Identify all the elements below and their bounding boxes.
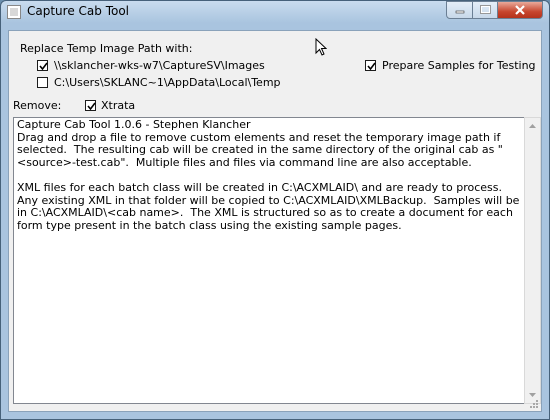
up-arrow-icon [529, 124, 536, 128]
mouse-cursor-icon [315, 38, 327, 56]
maximize-button[interactable] [472, 1, 498, 19]
info-textbox[interactable]: Capture Cab Tool 1.0.6 - Stephen Klanche… [13, 117, 525, 404]
xtrata-label[interactable]: Xtrata [101, 99, 135, 112]
maximize-icon [479, 5, 491, 14]
xtrata-checkbox[interactable] [85, 100, 96, 111]
close-icon [515, 5, 525, 15]
minimize-icon [455, 10, 464, 14]
close-button[interactable] [497, 1, 543, 19]
info-paragraph-2: XML files for each batch class will be c… [17, 180, 523, 232]
remove-label: Remove: [13, 99, 62, 112]
path-option-1-checkbox[interactable] [37, 60, 48, 71]
prepare-samples-checkbox[interactable] [365, 60, 376, 71]
minimize-button[interactable] [446, 1, 473, 19]
scroll-up-button[interactable] [525, 118, 540, 134]
title-bar[interactable]: Capture Cab Tool [1, 1, 549, 23]
vertical-scrollbar[interactable] [524, 117, 541, 404]
window-title: Capture Cab Tool [27, 4, 129, 18]
down-arrow-icon [529, 393, 536, 397]
prepare-samples-label[interactable]: Prepare Samples for Testing [382, 59, 536, 72]
checkmark-icon [367, 62, 376, 71]
app-icon [7, 5, 21, 19]
replace-path-label: Replace Temp Image Path with: [20, 42, 193, 55]
path-option-2-checkbox[interactable] [37, 77, 48, 88]
checkmark-icon [39, 62, 48, 71]
client-area: Replace Temp Image Path with: \\sklanche… [8, 30, 542, 412]
resize-grip-icon[interactable] [529, 399, 539, 409]
info-paragraph-1: Capture Cab Tool 1.0.6 - Stephen Klanche… [17, 118, 503, 169]
path-option-2-label[interactable]: C:\Users\SKLANC~1\AppData\Local\Temp [54, 76, 281, 89]
checkmark-icon [87, 102, 96, 111]
app-window: Capture Cab Tool Replace Temp Image Path… [0, 0, 550, 420]
path-option-1-label[interactable]: \\sklancher-wks-w7\CaptureSV\Images [54, 59, 265, 72]
